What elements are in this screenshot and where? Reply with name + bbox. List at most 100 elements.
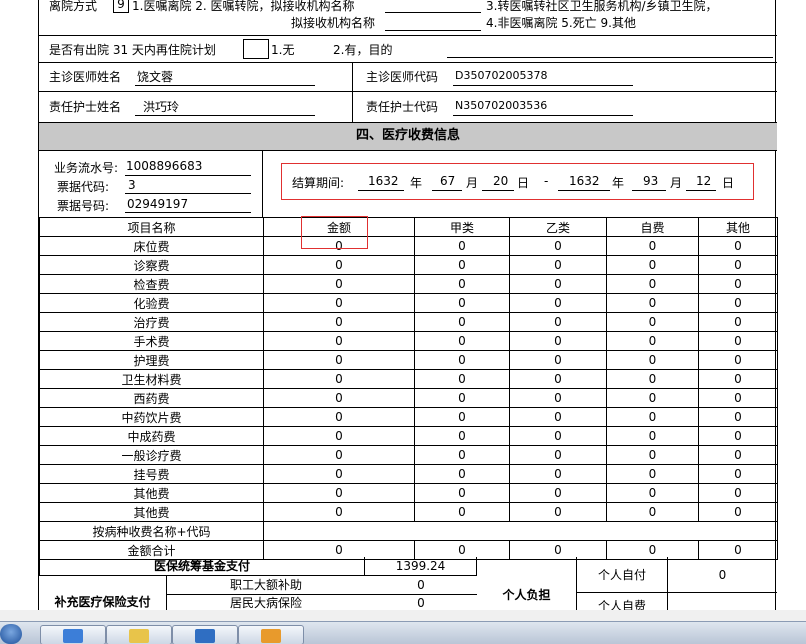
folder-icon: [63, 629, 83, 643]
fee-item-name: 一般诊疗费: [39, 445, 264, 465]
self-pay-value: 0: [668, 557, 777, 593]
fee-cell: 0: [509, 236, 607, 256]
fee-cell: 0: [509, 388, 607, 408]
fee-item-name: 手术费: [39, 331, 264, 351]
worker-subsidy-label: 职工大额补助: [167, 576, 365, 595]
fee-cell: 0: [606, 483, 699, 503]
receiving-org-line-1: [385, 12, 481, 13]
fee-row: 一般诊疗费 0 0 0 0 0: [39, 445, 778, 465]
fee-cell: 0: [698, 445, 778, 465]
fee-row: 床位费 0 0 0 0 0: [39, 236, 778, 256]
fee-cell: 0: [414, 483, 510, 503]
fee-cell: 0: [698, 274, 778, 294]
horizontal-scroll-area[interactable]: [0, 610, 806, 621]
fee-row: 其他费 0 0 0 0 0: [39, 502, 778, 522]
ticket-code-line: [125, 193, 251, 194]
fee-header-cell: 乙类: [509, 217, 607, 237]
doctor-name-label: 主诊医师姓名: [49, 70, 122, 84]
ticket-number-line: [125, 212, 251, 213]
fee-cell: 0: [698, 388, 778, 408]
fee-cell: 0: [698, 236, 778, 256]
taskbar: [0, 621, 806, 644]
serial-number: 1008896683: [126, 159, 203, 173]
section-header-fees: 四、医疗收费信息: [39, 123, 777, 151]
settlement-period-highlight: 结算期间: 1632 年 67 月 20 日 - 1632 年 93 月 12 …: [281, 163, 754, 200]
fee-cell: 0: [263, 445, 415, 465]
period-end-year: 1632: [569, 174, 600, 188]
taskbar-button-2[interactable]: [106, 625, 172, 644]
taskbar-button-1[interactable]: [40, 625, 106, 644]
nurse-code-line: [453, 115, 633, 116]
fee-cell: 0: [509, 350, 607, 370]
fee-table: 项目名称 金额 甲类 乙类 自费 其他 床位费 0 0 0 0 0 诊察费 0 0 0 0 0 检查费 0 0 0 0 0 化验…: [39, 217, 778, 560]
disease-label: 按病种收费名称+代码: [39, 521, 264, 541]
fee-item-name: 护理费: [39, 350, 264, 370]
fee-item-name: 西药费: [39, 388, 264, 408]
start-month-line: [432, 190, 462, 191]
disease-value: [263, 521, 778, 541]
fee-cell: 0: [509, 426, 607, 446]
fee-cell: 0: [698, 293, 778, 313]
fee-cell: 0: [606, 255, 699, 275]
fee-cell: 0: [606, 464, 699, 484]
period-end-month: 93: [643, 174, 659, 188]
fee-row: 诊察费 0 0 0 0 0: [39, 255, 778, 275]
taskbar-button-3[interactable]: [172, 625, 238, 644]
fee-cell: 0: [263, 483, 415, 503]
day-char-1: 日: [517, 176, 530, 190]
fee-cell: 0: [509, 464, 607, 484]
readmit-purpose-line: [447, 57, 773, 58]
fee-cell: 0: [263, 350, 415, 370]
fund-value: 1399.24: [365, 557, 477, 576]
fee-cell: 0: [606, 369, 699, 389]
fee-cell: 0: [263, 274, 415, 294]
fee-cell: 0: [698, 502, 778, 522]
year-char-2: 年: [612, 176, 625, 190]
fee-cell: 0: [414, 293, 510, 313]
ticket-code: 3: [128, 178, 136, 192]
fee-row: 化验费 0 0 0 0 0: [39, 293, 778, 313]
fee-cell: 0: [606, 331, 699, 351]
discharge-label: 离院方式: [49, 0, 98, 13]
fee-cell: 0: [509, 312, 607, 332]
doctor-divider: [352, 63, 353, 92]
readmit-label: 是否有出院 31 天内再住院计划: [49, 43, 216, 57]
readmit-box[interactable]: [243, 39, 269, 59]
nurse-divider: [352, 92, 353, 123]
taskbar-button-4[interactable]: [238, 625, 304, 644]
fee-cell: 0: [606, 502, 699, 522]
billing-divider: [262, 151, 263, 217]
worker-subsidy-value: 0: [365, 576, 477, 595]
self-fee-label: 个人自费: [577, 593, 668, 610]
fee-row: 护理费 0 0 0 0 0: [39, 350, 778, 370]
nurse-name-label: 责任护士姓名: [49, 100, 122, 114]
end-day-line: [686, 190, 716, 191]
insurance-section: 医保统筹基金支付 1399.24 个人负担 个人自付 0 个人自费 补充医疗保险…: [39, 557, 777, 610]
readmit-option-2: 2.有，目的: [333, 43, 393, 57]
fee-cell: 0: [414, 236, 510, 256]
fee-cell: 0: [263, 369, 415, 389]
fee-row: 卫生材料费 0 0 0 0 0: [39, 369, 778, 389]
doctor-code-label: 主诊医师代码: [366, 70, 439, 84]
fee-cell: 0: [606, 312, 699, 332]
discharge-option-1: 1.医嘱离院 2. 医嘱转院，拟接收机构名称: [132, 0, 355, 13]
fee-row: 中成药费 0 0 0 0 0: [39, 426, 778, 446]
fee-cell: 0: [698, 369, 778, 389]
nurse-row: 责任护士姓名 洪巧玲 责任护士代码 N350702003536: [39, 92, 777, 123]
fee-cell: 0: [263, 464, 415, 484]
start-year-line: [358, 190, 404, 191]
nurse-name: 洪巧玲: [143, 100, 180, 114]
period-start-year: 1632: [368, 174, 399, 188]
receiving-org-line-2: [385, 30, 481, 31]
start-button-icon[interactable]: [0, 624, 22, 644]
fund-label: 医保统筹基金支付: [39, 557, 365, 576]
fee-item-name: 检查费: [39, 274, 264, 294]
discharge-code-box[interactable]: 9: [113, 0, 129, 13]
ticket-number: 02949197: [127, 197, 189, 211]
fee-cell: 0: [509, 445, 607, 465]
fee-cell: 0: [606, 236, 699, 256]
fee-cell: 0: [263, 426, 415, 446]
fee-item-name: 治疗费: [39, 312, 264, 332]
day-char-2: 日: [722, 176, 735, 190]
fee-row: 中药饮片费 0 0 0 0 0: [39, 407, 778, 427]
